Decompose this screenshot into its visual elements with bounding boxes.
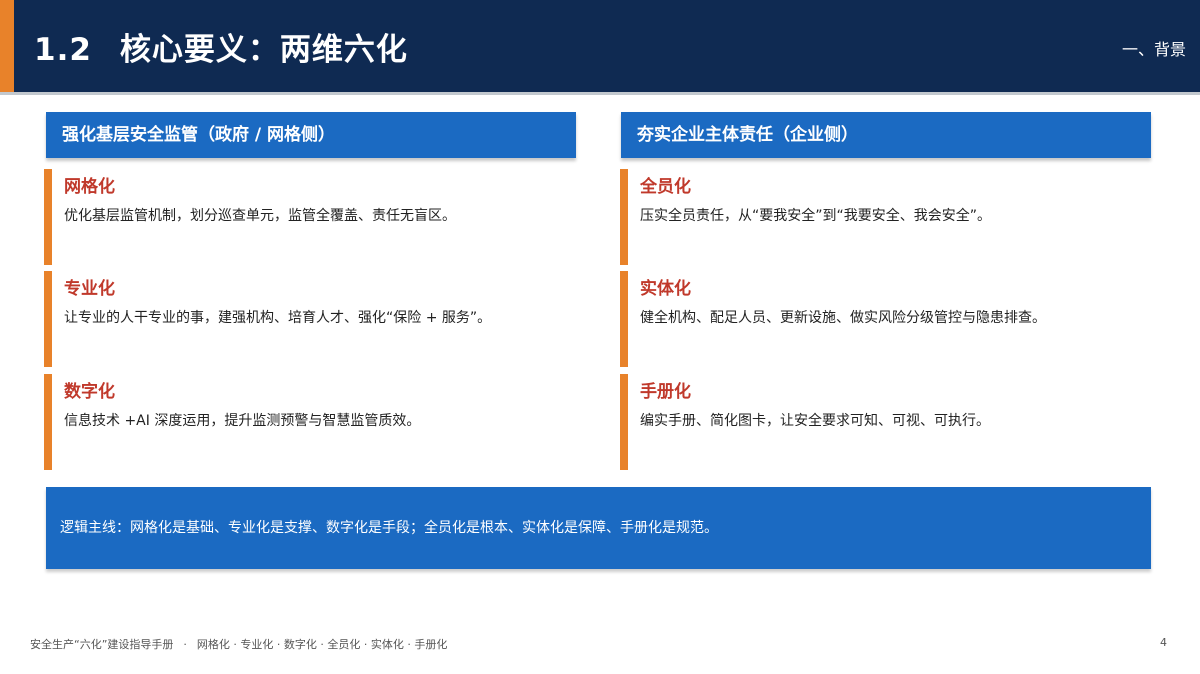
item-accent-bar xyxy=(44,271,52,367)
item-title: 全员化 xyxy=(640,177,691,197)
footer-tags: 网格化 · 专业化 · 数字化 · 全员化 · 实体化 · 手册化 xyxy=(196,638,448,651)
item-digital: 数字化 信息技术 +AI 深度运用，提升监测预警与智慧监管质效。 xyxy=(44,374,564,470)
item-grid: 网格化 优化基层监管机制，划分巡查单元，监管全覆盖、责任无盲区。 xyxy=(44,169,564,265)
page-number: 4 xyxy=(1160,636,1167,649)
slide-number: 1.2 xyxy=(34,32,92,68)
item-title: 实体化 xyxy=(640,279,691,299)
item-description: 压实全员责任，从“要我安全”到“我要安全、我会安全”。 xyxy=(640,208,992,224)
header-divider xyxy=(0,92,1200,95)
item-title: 手册化 xyxy=(640,382,691,402)
slide-title: 1.2 核心要义：两维六化 xyxy=(34,24,408,69)
item-title: 专业化 xyxy=(64,279,115,299)
column-header-government: 强化基层安全监管（政府 / 网格侧） xyxy=(46,112,576,158)
item-description: 信息技术 +AI 深度运用，提升监测预警与智慧监管质效。 xyxy=(64,413,421,429)
column-header-enterprise: 夯实企业主体责任（企业侧） xyxy=(621,112,1151,158)
slide-title-text: 核心要义：两维六化 xyxy=(119,32,408,68)
item-accent-bar xyxy=(620,169,628,265)
item-title: 网格化 xyxy=(64,177,115,197)
footer: 安全生产“六化”建设指导手册 · 网格化 · 专业化 · 数字化 · 全员化 · 实… xyxy=(30,636,447,652)
header-accent-bar xyxy=(0,0,14,92)
item-description: 编实手册、简化图卡，让安全要求可知、可视、可执行。 xyxy=(640,413,990,429)
item-description: 让专业的人干专业的事，建强机构、培育人才、强化“保险 + 服务”。 xyxy=(64,310,492,326)
item-accent-bar xyxy=(620,374,628,470)
item-accent-bar xyxy=(620,271,628,367)
item-manual: 手册化 编实手册、简化图卡，让安全要求可知、可视、可执行。 xyxy=(620,374,1140,470)
item-professional: 专业化 让专业的人干专业的事，建强机构、培育人才、强化“保险 + 服务”。 xyxy=(44,271,564,367)
footer-separator: · xyxy=(183,638,187,651)
summary-text: 逻辑主线：网格化是基础、专业化是支撑、数字化是手段；全员化是根本、实体化是保障、… xyxy=(60,520,718,536)
item-substantive: 实体化 健全机构、配足人员、更新设施、做实风险分级管控与隐患排查。 xyxy=(620,271,1140,367)
item-accent-bar xyxy=(44,169,52,265)
summary-box: 逻辑主线：网格化是基础、专业化是支撑、数字化是手段；全员化是根本、实体化是保障、… xyxy=(46,487,1151,569)
footer-doc-title: 安全生产“六化”建设指导手册 xyxy=(30,638,174,651)
section-label: 一、背景 xyxy=(1121,40,1186,59)
item-description: 优化基层监管机制，划分巡查单元，监管全覆盖、责任无盲区。 xyxy=(64,208,456,224)
item-accent-bar xyxy=(44,374,52,470)
item-title: 数字化 xyxy=(64,382,115,402)
item-description: 健全机构、配足人员、更新设施、做实风险分级管控与隐患排查。 xyxy=(640,310,1046,326)
item-all-staff: 全员化 压实全员责任，从“要我安全”到“我要安全、我会安全”。 xyxy=(620,169,1140,265)
